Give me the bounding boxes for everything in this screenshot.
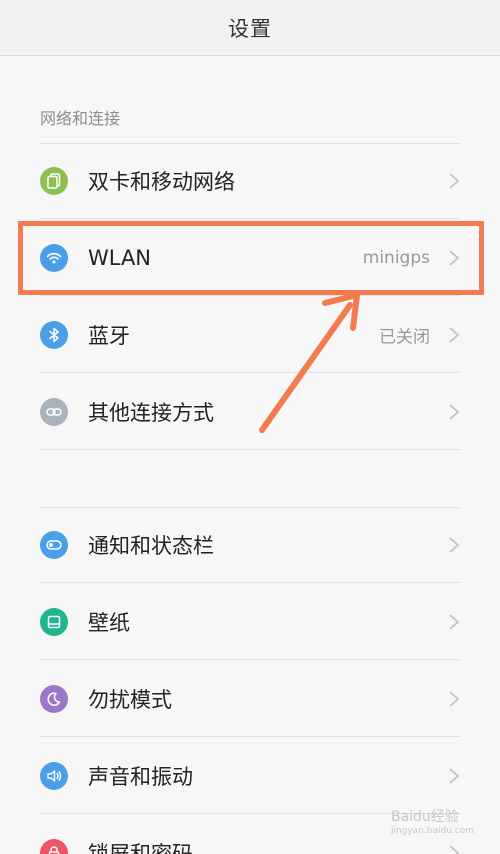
divider (40, 143, 460, 144)
section-label-network: 网络和连接 (40, 109, 121, 128)
chevron-right-icon (449, 404, 460, 420)
wallpaper-icon (40, 608, 68, 636)
settings-item-label: 其他连接方式 (88, 401, 214, 425)
settings-item-label: 勿扰模式 (88, 688, 172, 712)
chevron-right-icon (449, 537, 460, 553)
settings-item-label: 壁纸 (88, 611, 130, 635)
chevron-right-icon (449, 250, 460, 266)
sound-icon (40, 762, 68, 790)
wifi-icon (40, 244, 68, 272)
divider (40, 295, 460, 296)
settings-item-other-connections[interactable]: 其他连接方式 (0, 374, 500, 450)
settings-item-label: WLAN (88, 246, 152, 270)
settings-item-notifications[interactable]: 通知和状态栏 (0, 507, 500, 583)
notification-icon (40, 531, 68, 559)
page-title: 设置 (228, 16, 272, 41)
chevron-right-icon (449, 173, 460, 189)
divider (40, 449, 460, 450)
settings-item-sound[interactable]: 声音和振动 (0, 738, 500, 814)
title-bar: 设置 (0, 0, 500, 56)
divider (40, 736, 460, 737)
divider (40, 582, 460, 583)
settings-item-label: 蓝牙 (88, 324, 130, 348)
lock-icon (40, 839, 68, 854)
settings-item-label: 声音和振动 (88, 765, 193, 789)
settings-item-label: 双卡和移动网络 (88, 170, 235, 194)
divider (40, 218, 460, 219)
dual-sim-icon (40, 167, 68, 195)
chevron-right-icon (449, 614, 460, 630)
divider (40, 507, 460, 508)
moon-icon (40, 685, 68, 713)
watermark-url: jingyan.baidu.com (390, 826, 474, 836)
settings-item-label: 通知和状态栏 (88, 534, 214, 558)
settings-item-wallpaper[interactable]: 壁纸 (0, 584, 500, 660)
settings-item-wlan[interactable]: WLAN minigps (0, 220, 500, 296)
divider (40, 372, 460, 373)
chevron-right-icon (449, 691, 460, 707)
wlan-network-name: minigps (362, 248, 430, 268)
link-icon (40, 398, 68, 426)
chevron-right-icon (449, 845, 460, 854)
chevron-right-icon (449, 327, 460, 343)
bluetooth-icon (40, 321, 68, 349)
settings-item-do-not-disturb[interactable]: 勿扰模式 (0, 661, 500, 737)
bluetooth-status: 已关闭 (379, 327, 430, 348)
chevron-right-icon (449, 768, 460, 784)
watermark-text: Baidu经验 (390, 809, 459, 825)
divider (40, 659, 460, 660)
settings-item-dual-sim[interactable]: 双卡和移动网络 (0, 143, 500, 219)
settings-item-bluetooth[interactable]: 蓝牙 已关闭 (0, 297, 500, 373)
watermark-logo: Baidu经验 jingyan.baidu.com (391, 806, 474, 836)
settings-item-label: 锁屏和密码 (88, 842, 193, 854)
